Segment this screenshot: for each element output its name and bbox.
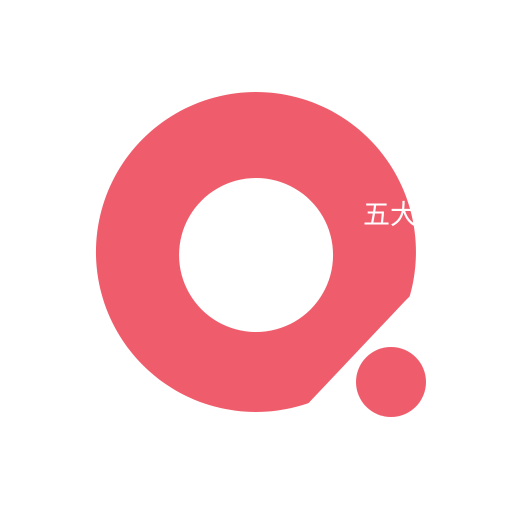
logo-canvas: 五大 xyxy=(0,0,512,512)
logo-text: 五大 xyxy=(363,200,417,231)
logo-dot xyxy=(356,347,426,417)
ring-with-dot-logo-icon: 五大 xyxy=(95,92,426,417)
